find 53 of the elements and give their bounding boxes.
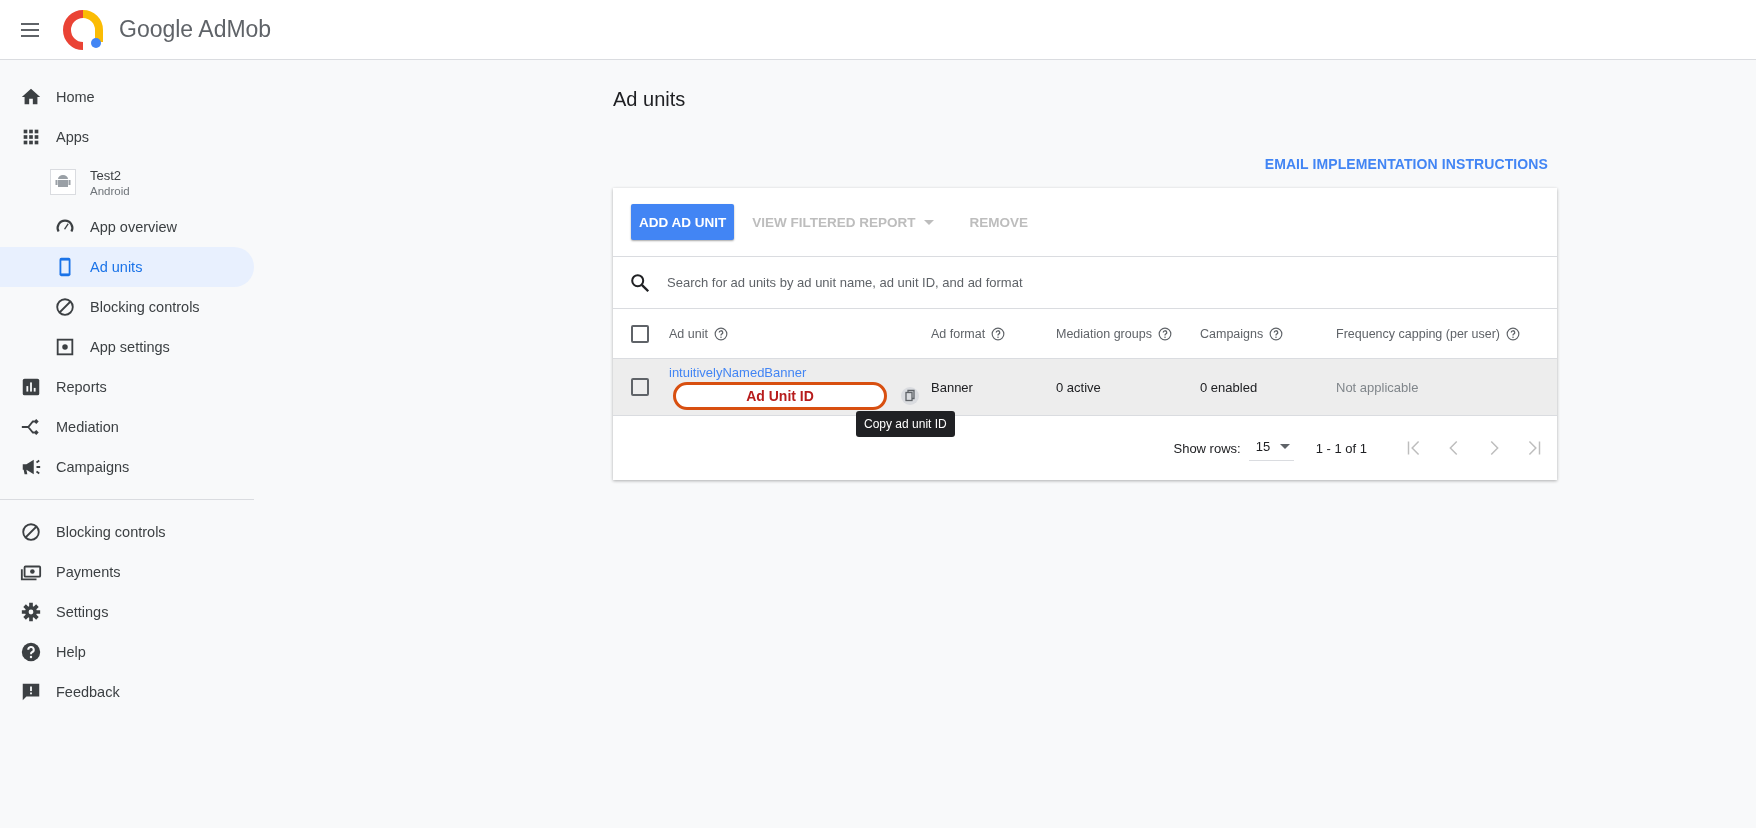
search-field[interactable]: Search for ad units by ad unit name, ad unit ID, and ad format <box>665 274 1541 291</box>
help-icon <box>1157 326 1172 341</box>
page-range: 1 - 1 of 1 <box>1315 440 1367 456</box>
annotation-label: Ad Unit ID <box>673 381 887 410</box>
column-header[interactable]: Mediation groups <box>1056 326 1152 341</box>
sidebar-item[interactable]: Help <box>0 632 254 672</box>
blocked-icon <box>54 296 76 318</box>
rows-per-page-select[interactable]: 15 <box>1248 435 1294 461</box>
sidebar-item[interactable]: Campaigns <box>0 447 254 487</box>
copy-icon <box>901 386 919 405</box>
android-icon <box>50 169 76 195</box>
caret-icon <box>1280 444 1291 449</box>
column-header[interactable]: Ad format <box>931 326 986 341</box>
sidebar-item[interactable]: Home <box>0 77 254 117</box>
sidebar-item[interactable]: Ad units <box>0 247 254 287</box>
branching-arrows-icon <box>20 416 42 438</box>
settings-icon <box>20 601 42 623</box>
sidebar-item[interactable]: Blocking controls <box>0 512 254 552</box>
bar-chart-icon <box>20 376 42 398</box>
column-header[interactable]: Campaigns <box>1200 326 1264 341</box>
help-icon <box>713 326 728 341</box>
sidebar-item[interactable]: Reports <box>0 367 254 407</box>
sidebar-item[interactable]: Settings <box>0 592 254 632</box>
rows-per-page-label: Show rows: <box>1173 440 1241 456</box>
gear-box-icon <box>54 336 76 358</box>
sidebar-item[interactable]: Feedback <box>0 672 254 712</box>
toolbar-button[interactable]: ADD AD UNIT <box>631 204 735 240</box>
sidebar-item[interactable]: Blocking controls <box>0 287 254 327</box>
product-name: Google AdMob <box>119 16 272 43</box>
page-title: Ad units <box>613 87 687 112</box>
tooltip: Copy ad unit ID <box>856 411 955 437</box>
table-cell-text: Not applicable <box>1336 379 1420 395</box>
blocked-icon <box>20 521 42 543</box>
sidebar-item[interactable]: Apps <box>0 117 254 157</box>
table-cell-text: Banner <box>931 379 974 395</box>
logo-icon <box>63 9 103 50</box>
help-icon <box>1506 326 1520 341</box>
checkbox[interactable] <box>631 324 649 343</box>
sidebar-item[interactable]: Payments <box>0 552 254 592</box>
help-icon <box>991 326 1006 341</box>
caret-icon <box>923 219 934 225</box>
table-cell-text: 0 enabled <box>1200 379 1259 395</box>
sidebar-item[interactable]: Mediation <box>0 407 254 447</box>
table-cell-text: 0 active <box>1056 379 1102 395</box>
column-header[interactable]: Ad unit <box>669 326 708 341</box>
search-icon <box>629 271 651 294</box>
column-header[interactable]: Frequency capping (per user) <box>1336 326 1500 341</box>
sidebar-item[interactable]: App settings <box>0 327 254 367</box>
help-icon <box>1269 326 1284 341</box>
checkbox[interactable] <box>631 378 649 396</box>
app-item[interactable]: Test2 Android <box>0 157 254 207</box>
sidebar-item[interactable]: App overview <box>0 207 254 247</box>
help-icon <box>20 641 42 663</box>
